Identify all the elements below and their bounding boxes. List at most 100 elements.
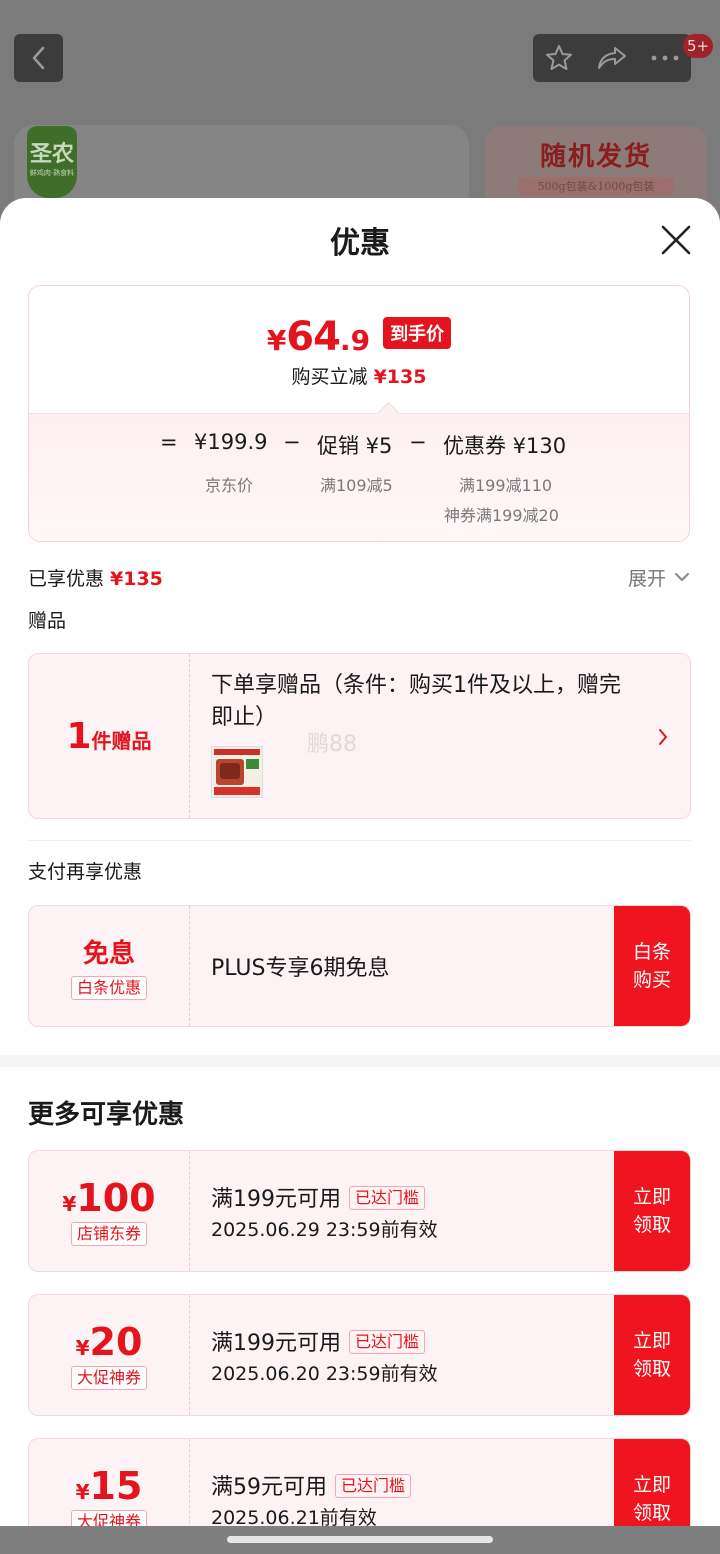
coupon-value: ¥15 <box>76 1464 143 1508</box>
close-icon <box>661 225 691 255</box>
enjoyed-discount: 已享优惠 ¥135 <box>28 564 163 591</box>
baitiao-buy-button[interactable]: 白条 购买 <box>614 906 690 1026</box>
coupon-label-2: 神券满199减20 <box>444 506 559 525</box>
close-button[interactable] <box>658 222 694 258</box>
favorite-button[interactable] <box>539 38 579 78</box>
coupon-value: ¥20 <box>76 1320 143 1364</box>
coupon-value: ¥100 <box>62 1176 155 1220</box>
coupon-condition: 满199元可用 已达门槛 <box>211 1325 426 1357</box>
baitiao-buy-label: 白条 购买 <box>633 938 671 994</box>
final-price: ¥64.9 到手价 <box>29 314 689 360</box>
jd-price-label: 京东价 <box>205 476 254 495</box>
payment-offer-description: PLUS专享6期免息 <box>211 956 390 981</box>
enjoyed-label: 已享优惠 <box>28 568 105 590</box>
divider <box>28 840 691 841</box>
coupon-amount: 15 <box>89 1464 143 1508</box>
expand-label: 展开 <box>628 568 667 590</box>
final-price-yen: ¥ <box>266 324 287 357</box>
claim-coupon-label: 立即 领取 <box>633 1183 671 1239</box>
top-action-group <box>533 34 691 82</box>
home-indicator-area <box>0 1526 720 1554</box>
coupon-condition-text: 满199元可用 <box>211 1331 341 1356</box>
gift-product-image-icon <box>212 747 262 797</box>
payment-section-label: 支付再享优惠 <box>28 861 143 883</box>
instant-reduction: 购买立减 ¥135 <box>29 362 689 389</box>
gift-count-unit: 件赠品 <box>91 728 152 753</box>
coupon-condition: 满59元可用 已达门槛 <box>211 1469 412 1501</box>
back-button[interactable] <box>14 34 63 82</box>
more-button[interactable] <box>645 38 685 78</box>
reduction-amount: ¥135 <box>373 366 427 388</box>
gift-product-thumbnail <box>211 746 263 798</box>
chevron-left-icon <box>32 46 44 70</box>
coupon-value-block: ¥100 店铺东券 <box>29 1151 190 1271</box>
claim-line-1: 立即 <box>632 1474 671 1496</box>
message-badge: 5+ <box>683 34 713 58</box>
coupon-type-tag: 店铺东券 <box>70 1222 147 1246</box>
enjoyed-amount: ¥135 <box>110 568 163 590</box>
formula-jd-price: ¥199.9 <box>194 430 268 454</box>
coupon-yen: ¥ <box>75 1336 90 1360</box>
coupon-condition: 满199元可用 已达门槛 <box>211 1181 426 1213</box>
share-icon <box>597 47 626 69</box>
formula-minus-2: − <box>409 430 427 454</box>
formula-equals: = <box>160 430 178 454</box>
coupon-yen: ¥ <box>75 1480 90 1504</box>
claim-line-1: 立即 <box>632 1330 671 1352</box>
gift-card[interactable]: 1件赠品 下单享赠品（条件：购买1件及以上，赠完即止） <box>28 653 691 819</box>
section-separator <box>0 1055 720 1067</box>
chevron-down-icon <box>675 573 690 581</box>
claim-coupon-label: 立即 领取 <box>633 1327 671 1383</box>
payment-offer-title: 免息 <box>82 938 135 969</box>
expand-button[interactable]: 展开 <box>628 564 690 591</box>
claim-coupon-label: 立即 领取 <box>633 1471 671 1527</box>
gift-count-number: 1 <box>66 715 92 757</box>
coupon-amount: 100 <box>76 1176 156 1220</box>
sheet-title: 优惠 <box>330 226 390 261</box>
claim-line-2: 领取 <box>632 1214 671 1236</box>
formula-coupon: 优惠券 ¥130 <box>443 434 567 458</box>
gift-description: 下单享赠品（条件：购买1件及以上，赠完即止） <box>211 673 621 730</box>
brand-logo-text: 圣农 <box>29 142 74 167</box>
brand-logo-subtext: 鲜鸡肉·熟食料 <box>29 169 75 177</box>
share-button[interactable] <box>592 38 632 78</box>
promotion-label: 满109减5 <box>320 476 393 495</box>
payment-offer-block: 免息 白条优惠 <box>29 906 190 1026</box>
baitiao-buy-line-1: 白条 <box>632 941 671 963</box>
payment-offer-card: 免息 白条优惠 PLUS专享6期免息 白条 购买 <box>28 905 691 1027</box>
final-price-decimal: .9 <box>339 324 371 357</box>
coupon-status-badge: 已达门槛 <box>349 1186 426 1210</box>
discount-sheet: 优惠 ¥64.9 到手价 购买立减 ¥135 = ¥199.9 − 促销 ¥5 −… <box>0 198 720 1554</box>
coupon-yen: ¥ <box>62 1192 77 1216</box>
coupon-status-badge: 已达门槛 <box>335 1474 412 1498</box>
final-price-tag: 到手价 <box>383 317 452 349</box>
claim-line-2: 领取 <box>632 1358 671 1380</box>
promo-title: 随机发货 <box>539 142 652 172</box>
claim-coupon-button[interactable]: 立即 领取 <box>614 1295 690 1415</box>
gift-count-block: 1件赠品 <box>29 654 190 818</box>
price-summary-card: ¥64.9 到手价 购买立减 ¥135 = ¥199.9 − 促销 ¥5 − 优惠… <box>28 285 690 542</box>
home-indicator[interactable] <box>227 1536 493 1543</box>
coupon-status-badge: 已达门槛 <box>349 1330 426 1354</box>
coupon-type-tag: 大促神券 <box>70 1366 147 1390</box>
watermark: 鹏88 <box>307 732 357 757</box>
coupon-condition-text: 满59元可用 <box>211 1475 327 1500</box>
promo-subtitle: 500g包装&1000g包装 <box>517 177 675 195</box>
coupon-condition-text: 满199元可用 <box>211 1187 341 1212</box>
payment-offer-tag: 白条优惠 <box>70 975 147 1000</box>
formula-promotion: 促销 ¥5 <box>317 434 393 458</box>
final-price-integer: 64 <box>286 314 341 360</box>
more-dots-icon <box>651 55 679 61</box>
coupon-card: ¥20 大促神券 满199元可用 已达门槛 2025.06.20 23:59前有效… <box>28 1294 691 1416</box>
coupon-label-1: 满199减110 <box>459 476 553 495</box>
claim-line-2: 领取 <box>632 1502 671 1524</box>
coupon-card: ¥100 店铺东券 满199元可用 已达门槛 2025.06.29 23:59前有… <box>28 1150 691 1272</box>
coupon-validity: 2025.06.29 23:59前有效 <box>211 1219 438 1241</box>
baitiao-buy-line-2: 购买 <box>632 969 671 991</box>
star-icon <box>546 45 573 70</box>
coupon-validity: 2025.06.20 23:59前有效 <box>211 1363 438 1385</box>
formula-minus-1: − <box>283 430 301 454</box>
chevron-right-icon <box>659 729 667 745</box>
coupon-value-block: ¥20 大促神券 <box>29 1295 190 1415</box>
claim-coupon-button[interactable]: 立即 领取 <box>614 1151 690 1271</box>
